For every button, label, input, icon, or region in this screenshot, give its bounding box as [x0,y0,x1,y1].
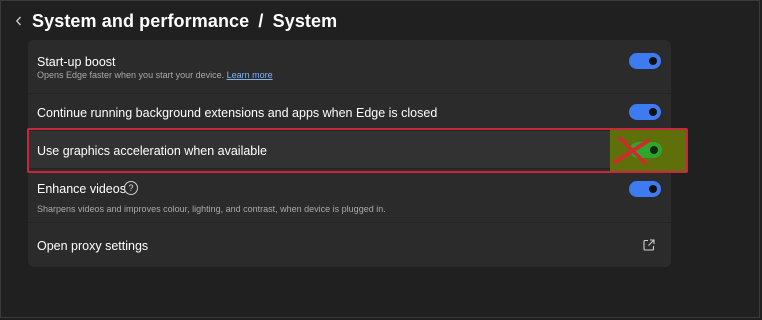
background-extensions-label: Continue running background extensions a… [37,106,438,120]
startup-boost-label: Start-up boost [37,55,116,69]
help-icon[interactable]: ? [124,181,138,195]
cross-mark-icon [613,136,650,165]
enhance-videos-toggle[interactable] [629,181,661,197]
toggle-knob [649,185,657,193]
setting-enhance-videos: Enhance videos ? Sharpens videos and imp… [28,169,671,222]
breadcrumb-section[interactable]: System and performance [32,11,249,31]
setting-open-proxy[interactable]: Open proxy settings [28,223,671,267]
learn-more-link[interactable]: Learn more [227,70,273,80]
chevron-left-icon [15,16,21,26]
enhance-videos-description: Sharpens videos and improves colour, lig… [37,204,386,214]
page-header: System and performance / System [10,9,337,33]
open-proxy-label: Open proxy settings [37,239,149,253]
startup-boost-description: Opens Edge faster when you start your de… [37,70,273,80]
enhance-videos-label: Enhance videos [37,182,126,196]
back-button[interactable] [10,10,28,32]
toggle-knob [649,57,657,65]
page-title: System and performance / System [32,11,337,32]
setting-background-extensions: Continue running background extensions a… [28,94,671,130]
external-link-icon[interactable] [642,238,656,252]
highlight-box [27,128,688,173]
startup-boost-toggle[interactable] [629,53,661,69]
setting-startup-boost: Start-up boost Opens Edge faster when yo… [28,40,671,93]
toggle-knob [649,108,657,116]
breadcrumb-separator: / [258,10,264,31]
breadcrumb-current: System [272,10,338,31]
startup-boost-description-text: Opens Edge faster when you start your de… [37,70,225,80]
background-extensions-toggle[interactable] [629,104,661,120]
